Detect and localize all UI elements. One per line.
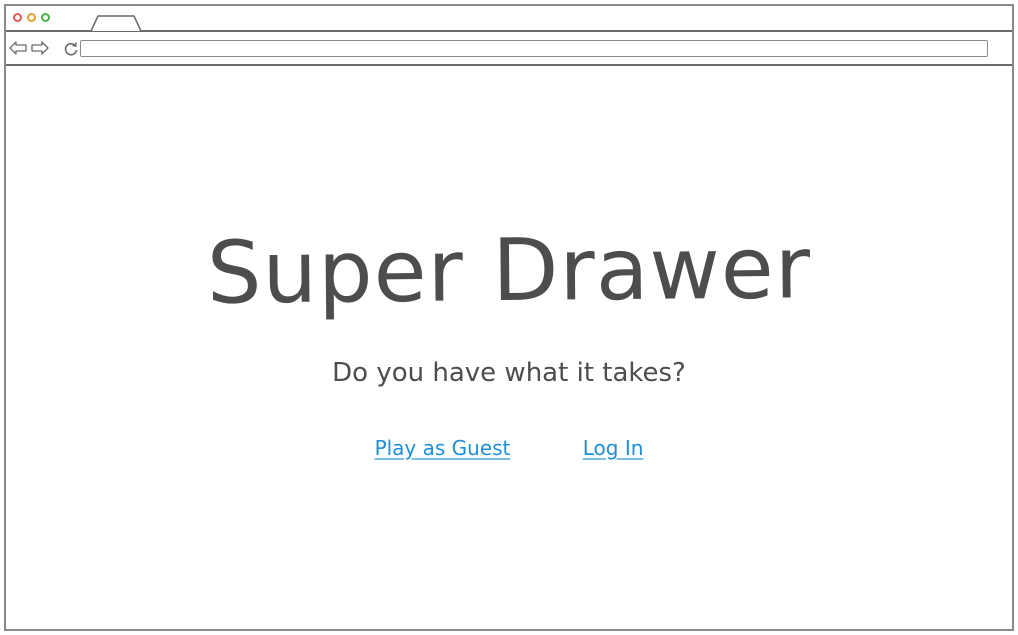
address-bar[interactable] [80,40,988,57]
play-as-guest-link[interactable]: Play as Guest [375,436,511,460]
action-links: Play as Guest Log In [6,436,1012,460]
title-bar [6,6,1012,32]
close-window-button[interactable] [13,13,22,22]
browser-tab[interactable] [90,15,142,32]
page-content: Super Drawer Do you have what it takes? … [6,66,1012,629]
browser-window: Super Drawer Do you have what it takes? … [4,4,1014,631]
forward-arrow-icon[interactable] [31,41,49,55]
page-subtitle: Do you have what it takes? [332,358,686,388]
maximize-window-button[interactable] [41,13,50,22]
refresh-icon[interactable] [63,41,79,57]
minimize-window-button[interactable] [27,13,36,22]
back-arrow-icon[interactable] [9,41,27,55]
navigation-bar [6,32,1012,66]
page-title: Super Drawer [206,218,812,324]
log-in-link[interactable]: Log In [583,436,644,460]
